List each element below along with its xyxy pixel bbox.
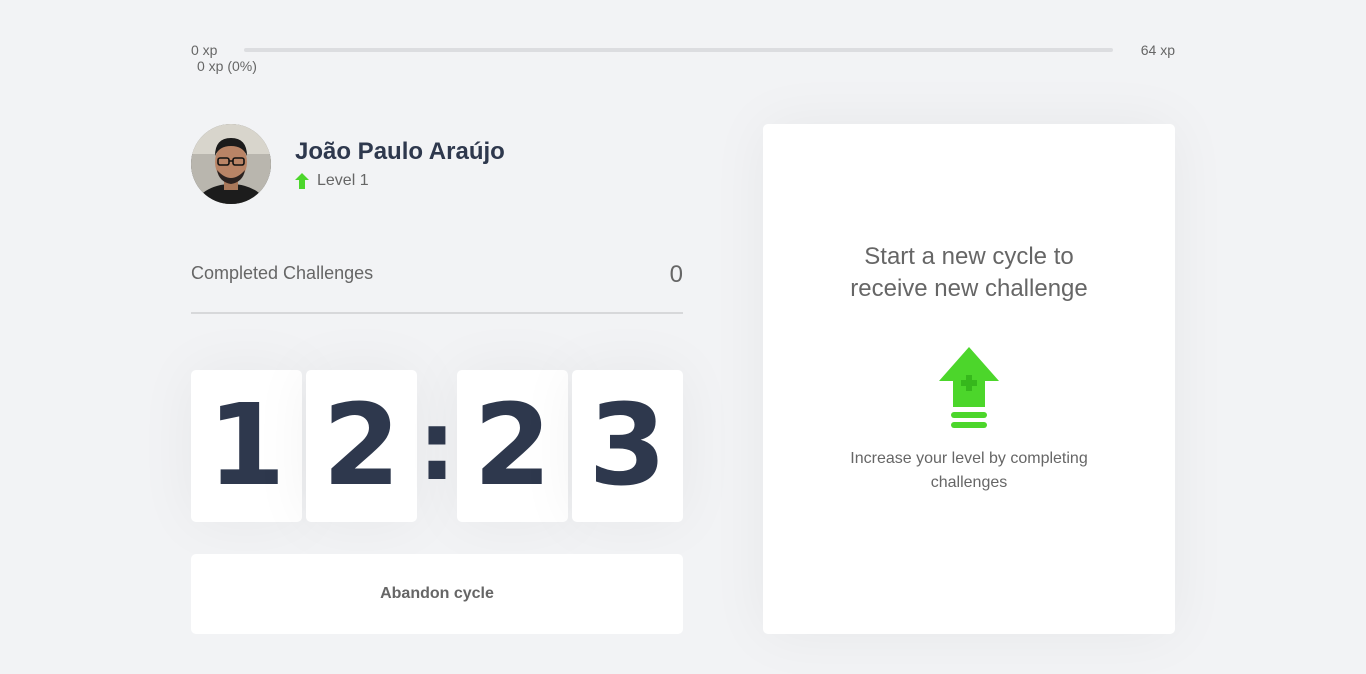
time-separator: :: [417, 390, 457, 502]
experience-bar: 0 xp 64 xp 0 xp (0%): [191, 40, 1175, 80]
completed-challenges-label: Completed Challenges: [191, 263, 374, 283]
minute-digit-right: 2: [306, 370, 417, 522]
minute-digit-left: 1: [191, 370, 302, 522]
completed-challenges-count: 0: [669, 261, 683, 288]
second-digit-left: 2: [457, 370, 568, 522]
xp-current-label: 0 xp (0%): [197, 58, 257, 74]
challenge-box-hint: Increase your level by completing challe…: [850, 450, 1088, 492]
profile-name: João Paulo Araújo: [295, 138, 505, 165]
profile: João Paulo Araújo Level 1: [191, 124, 683, 204]
second-digit-right: 3: [572, 370, 683, 522]
avatar: [191, 124, 271, 204]
challenge-box-title: Start a new cycle to receive new challen…: [850, 242, 1088, 302]
xp-max-label: 64 xp: [1140, 42, 1175, 58]
xp-min-label: 0 xp: [191, 42, 218, 58]
level-up-icon: [939, 347, 999, 429]
abandon-cycle-button[interactable]: Abandon cycle: [191, 554, 683, 634]
countdown-timer: 1 2 : 2 3: [191, 370, 683, 522]
minutes: 1 2: [191, 370, 417, 522]
challenge-box: Start a new cycle to receive new challen…: [763, 124, 1175, 634]
xp-progress-track: [244, 48, 1113, 52]
profile-level: Level 1: [295, 172, 505, 190]
completed-challenges: Completed Challenges 0: [191, 252, 683, 314]
seconds: 2 3: [457, 370, 683, 522]
level-up-arrow-icon: [295, 173, 309, 189]
level-label: Level 1: [317, 172, 369, 189]
